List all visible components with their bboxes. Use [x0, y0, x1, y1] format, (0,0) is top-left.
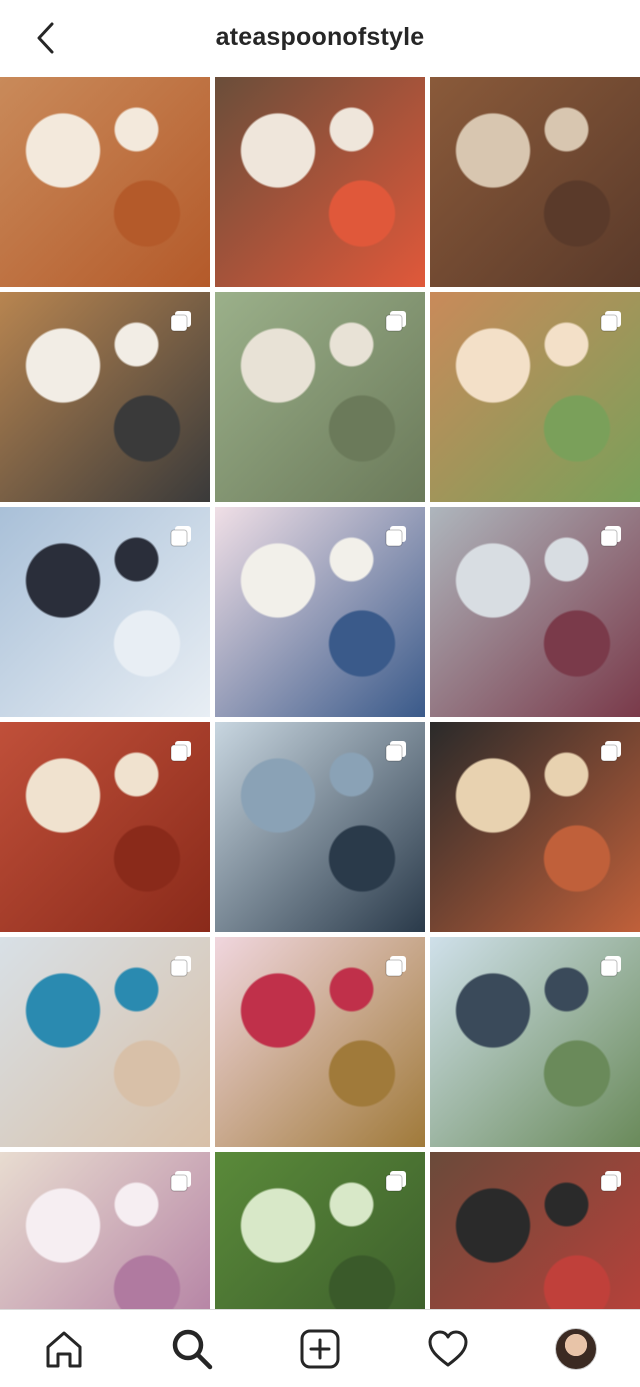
nav-activity-button[interactable]: [416, 1317, 480, 1381]
home-icon: [46, 1331, 82, 1367]
post-thumbnail[interactable]: [215, 507, 425, 717]
post-photo: [430, 77, 640, 287]
multiple-photos-icon: [170, 311, 191, 332]
post-thumbnail[interactable]: [430, 77, 640, 287]
nav-new-post-button[interactable]: [288, 1317, 352, 1381]
post-thumbnail[interactable]: [430, 292, 640, 502]
avatar: [555, 1327, 597, 1370]
post-photo: [0, 77, 210, 287]
post-thumbnail[interactable]: [430, 1152, 640, 1309]
post-thumbnail[interactable]: [0, 292, 210, 502]
nav-search-button[interactable]: [160, 1317, 224, 1381]
post-thumbnail[interactable]: [0, 507, 210, 717]
multiple-photos-icon: [385, 741, 406, 762]
post-thumbnail[interactable]: [215, 77, 425, 287]
profile-username-title: ateaspoonofstyle: [215, 22, 425, 51]
post-thumbnail[interactable]: [0, 937, 210, 1147]
multiple-photos-icon: [385, 311, 406, 332]
multiple-photos-icon: [600, 1171, 621, 1192]
multiple-photos-icon: [170, 956, 191, 977]
multiple-photos-icon: [600, 956, 621, 977]
plus-square-icon: [300, 1329, 340, 1368]
post-thumbnail[interactable]: [215, 292, 425, 502]
post-thumbnail[interactable]: [430, 722, 640, 932]
post-thumbnail[interactable]: [430, 937, 640, 1147]
multiple-photos-icon: [385, 956, 406, 977]
post-thumbnail[interactable]: [0, 77, 210, 287]
multiple-photos-icon: [170, 741, 191, 762]
heart-icon: [428, 1330, 468, 1366]
nav-home-button[interactable]: [32, 1317, 96, 1381]
top-bar: ateaspoonofstyle: [0, 0, 640, 74]
multiple-photos-icon: [600, 311, 621, 332]
post-thumbnail[interactable]: [215, 937, 425, 1147]
multiple-photos-icon: [600, 741, 621, 762]
nav-profile-button[interactable]: [544, 1317, 608, 1381]
post-thumbnail[interactable]: [0, 1152, 210, 1309]
back-button[interactable]: [24, 16, 68, 60]
multiple-photos-icon: [600, 526, 621, 547]
post-photo: [215, 77, 425, 287]
bottom-navigation: [0, 1309, 640, 1387]
multiple-photos-icon: [385, 526, 406, 547]
multiple-photos-icon: [385, 1171, 406, 1192]
multiple-photos-icon: [170, 526, 191, 547]
post-thumbnail[interactable]: [215, 722, 425, 932]
post-thumbnail[interactable]: [0, 722, 210, 932]
post-grid: [0, 77, 640, 1309]
multiple-photos-icon: [170, 1171, 191, 1192]
post-thumbnail[interactable]: [215, 1152, 425, 1309]
chevron-left-icon: [37, 22, 54, 54]
post-thumbnail[interactable]: [430, 507, 640, 717]
search-icon: [172, 1329, 213, 1369]
